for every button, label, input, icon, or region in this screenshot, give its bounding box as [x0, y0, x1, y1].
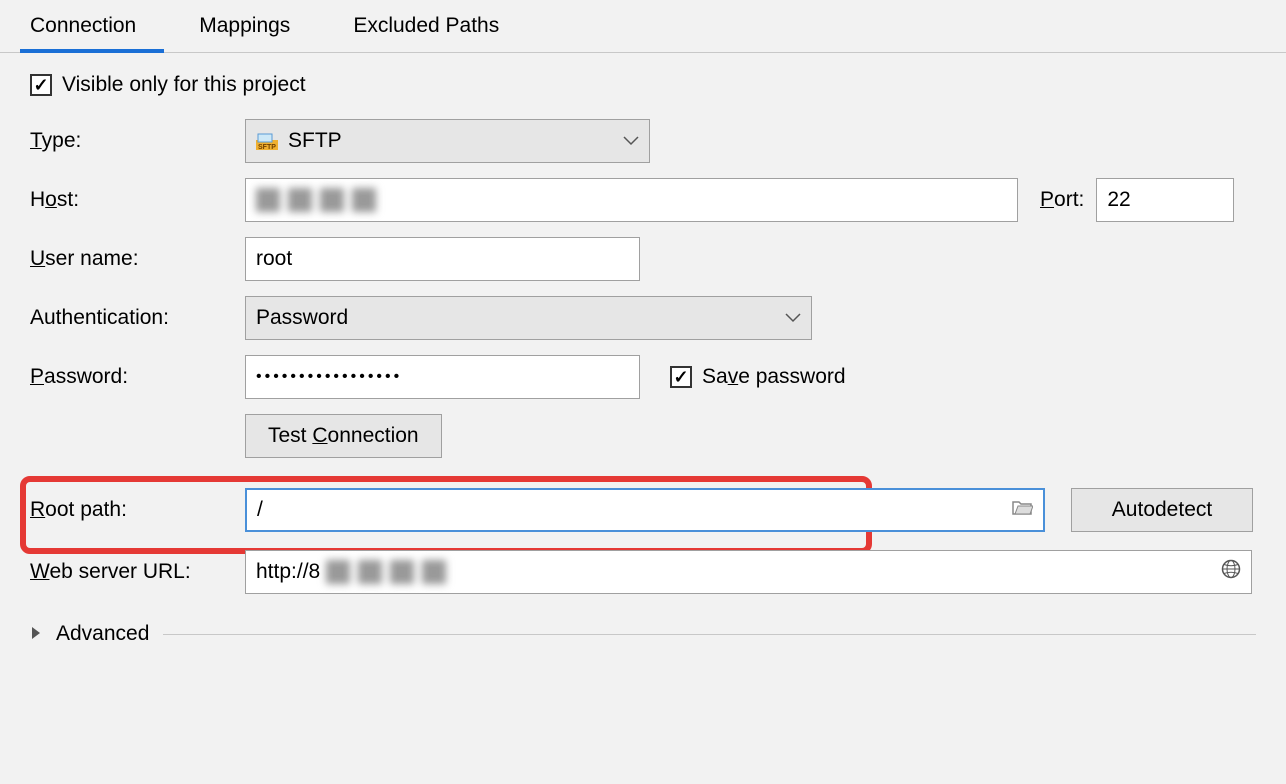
chevron-down-icon — [623, 136, 639, 146]
globe-icon[interactable] — [1221, 559, 1241, 585]
advanced-section-toggle[interactable]: Advanced — [30, 622, 1256, 646]
host-value-redacted — [256, 188, 376, 212]
host-input[interactable] — [245, 178, 1018, 222]
visible-only-checkbox[interactable] — [30, 74, 52, 96]
save-password-row: Save password — [670, 365, 846, 389]
deployment-connection-panel: Connection Mappings Excluded Paths Visib… — [0, 0, 1286, 656]
password-row: Password: ••••••••••••••••• Save passwor… — [30, 355, 1256, 399]
auth-label: Authentication: — [30, 306, 245, 330]
save-password-checkbox[interactable] — [670, 366, 692, 388]
tab-connection[interactable]: Connection — [20, 0, 164, 52]
separator-line — [163, 634, 1256, 635]
visible-only-label: Visible only for this project — [62, 73, 306, 97]
host-label: Host: — [30, 188, 245, 212]
form-area: Visible only for this project Type: SFTP… — [0, 53, 1286, 656]
sftp-icon: SFTP — [256, 132, 278, 150]
port-input[interactable] — [1096, 178, 1234, 222]
username-input[interactable] — [245, 237, 640, 281]
auth-value: Password — [256, 306, 348, 330]
webserver-row: Web server URL: http://8 — [30, 550, 1256, 594]
chevron-down-icon — [785, 313, 801, 323]
visible-only-row: Visible only for this project — [30, 73, 1256, 97]
auth-select[interactable]: Password — [245, 296, 812, 340]
autodetect-button[interactable]: Autodetect — [1071, 488, 1253, 532]
test-connection-row: Test Connection — [30, 414, 1256, 458]
tab-mappings[interactable]: Mappings — [189, 0, 318, 52]
type-select[interactable]: SFTP SFTP — [245, 119, 650, 163]
username-label: User name: — [30, 247, 245, 271]
type-row: Type: SFTP SFTP — [30, 119, 1256, 163]
username-row: User name: — [30, 237, 1256, 281]
host-row: Host: Port: — [30, 178, 1256, 222]
rootpath-label: Root path: — [30, 498, 245, 522]
tab-excluded-paths[interactable]: Excluded Paths — [343, 0, 527, 52]
save-password-label: Save password — [702, 365, 846, 389]
svg-text:SFTP: SFTP — [258, 144, 276, 150]
rootpath-input[interactable] — [247, 490, 1043, 530]
type-label: Type: — [30, 129, 245, 153]
webserver-value-redacted — [326, 560, 446, 584]
expand-triangle-icon — [30, 622, 42, 646]
auth-row: Authentication: Password — [30, 296, 1256, 340]
password-input[interactable]: ••••••••••••••••• — [245, 355, 640, 399]
webserver-label: Web server URL: — [30, 560, 245, 584]
webserver-value-prefix: http://8 — [256, 560, 320, 584]
port-label: Port: — [1040, 188, 1084, 212]
password-label: Password: — [30, 365, 245, 389]
tab-label: Mappings — [199, 14, 290, 37]
webserver-input[interactable]: http://8 — [245, 550, 1252, 594]
tab-bar: Connection Mappings Excluded Paths — [0, 0, 1286, 53]
rootpath-input-wrap — [245, 488, 1045, 532]
tab-label: Connection — [30, 14, 136, 37]
folder-browse-icon[interactable] — [1011, 498, 1033, 522]
rootpath-row: Root path: Autodetect — [30, 488, 1256, 532]
test-connection-button[interactable]: Test Connection — [245, 414, 442, 458]
type-value: SFTP — [288, 129, 342, 153]
advanced-label: Advanced — [56, 622, 149, 646]
tab-label: Excluded Paths — [353, 14, 499, 37]
